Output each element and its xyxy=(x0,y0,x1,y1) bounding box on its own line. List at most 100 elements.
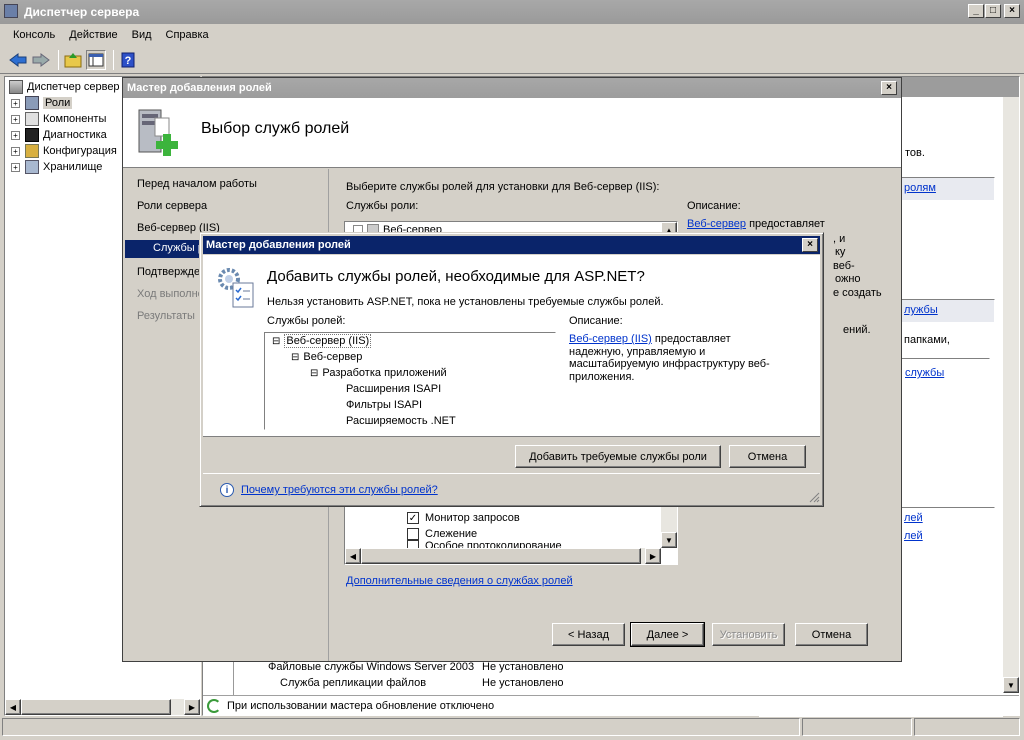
services-label: Службы роли: xyxy=(346,200,419,212)
nav-server-roles[interactable]: Роли сервера xyxy=(137,200,207,212)
divider xyxy=(203,473,820,474)
table-row: Служба репликации файлов xyxy=(280,677,427,689)
dialog-description-label: Описание: xyxy=(569,315,623,327)
toolbar: ? xyxy=(0,46,1024,74)
wizard-gear-icon xyxy=(215,265,259,309)
scroll-left-button[interactable]: ◀ xyxy=(5,699,21,715)
roles-panel: ролям xyxy=(899,177,995,277)
dialog-cancel-button[interactable]: Отмена xyxy=(729,445,806,468)
link-1[interactable]: лей xyxy=(904,512,923,524)
description-fragments: , и ку веб- ожно е создать xyxy=(833,233,882,299)
scroll-thumb[interactable] xyxy=(21,699,171,715)
roles-icon xyxy=(25,96,39,110)
nav-before-you-begin[interactable]: Перед началом работы xyxy=(137,178,257,190)
description-label: Описание: xyxy=(687,200,741,212)
up-folder-icon[interactable] xyxy=(63,50,83,70)
more-about-role-services-link[interactable]: Дополнительные сведения о службах ролей xyxy=(346,575,573,587)
dialog-heading: Добавить службы ролей, необходимые для A… xyxy=(267,268,645,285)
main-titlebar: Диспетчер сервера _ □ × xyxy=(0,0,1024,24)
minimize-button[interactable]: _ xyxy=(968,4,984,18)
why-required-link[interactable]: Почему требуются эти службы ролей? xyxy=(241,484,438,496)
description-fragment: ений. xyxy=(843,324,871,336)
tree-item-storage[interactable]: + Хранилище xyxy=(11,159,102,175)
web-server-link[interactable]: Веб-сервер xyxy=(687,218,746,230)
help-icon[interactable]: ? xyxy=(118,50,138,70)
dialog-title: Мастер добавления ролей xyxy=(206,239,351,251)
maximize-button[interactable]: □ xyxy=(985,4,1001,18)
diagnostics-icon xyxy=(25,128,39,142)
storage-icon xyxy=(25,160,39,174)
expand-icon[interactable]: + xyxy=(11,146,20,156)
wizard-header: Выбор служб ролей xyxy=(123,98,901,168)
list-horizontal-scrollbar[interactable]: ◀ ▶ xyxy=(345,548,661,564)
expand-icon[interactable]: + xyxy=(11,114,20,124)
scroll-down-button[interactable]: ▼ xyxy=(661,532,677,548)
tree-horizontal-scrollbar[interactable]: ◀ ▶ xyxy=(5,699,200,715)
description-text: Веб-сервер предоставляет xyxy=(687,218,825,230)
scroll-down-button[interactable]: ▼ xyxy=(1003,677,1019,693)
features-icon xyxy=(25,112,39,126)
server-add-icon xyxy=(137,106,183,158)
resize-grip[interactable] xyxy=(808,491,820,503)
services-link[interactable]: лужбы xyxy=(904,304,938,316)
tree-node-web-server: ⊟ Веб-сервер xyxy=(291,351,363,363)
web-server-iis-link[interactable]: Веб-сервер (IIS) xyxy=(569,333,652,345)
window-title: Диспетчер сервера xyxy=(24,5,140,19)
back-button[interactable]: < Назад xyxy=(552,623,625,646)
tree-item-diagnostics[interactable]: + Диагностика xyxy=(11,127,107,143)
tree-item-server-manager[interactable]: Диспетчер сервер xyxy=(9,79,120,95)
tree-node-isapi-filters: Фильтры ISAPI xyxy=(346,399,423,411)
table-row-status: Не установлено xyxy=(482,661,564,673)
expand-icon[interactable]: + xyxy=(11,98,20,108)
close-button[interactable]: × xyxy=(1004,4,1020,18)
dialog-titlebar: Мастер добавления ролей × xyxy=(203,236,820,254)
tree-item-roles[interactable]: + Роли xyxy=(11,95,73,111)
next-button[interactable]: Далее > xyxy=(630,622,705,647)
wizard-close-button[interactable]: × xyxy=(881,81,897,95)
configuration-icon xyxy=(25,144,39,158)
add-required-services-button[interactable]: Добавить требуемые службы роли xyxy=(515,445,721,468)
tree-node-app-development: ⊟ Разработка приложений xyxy=(310,367,447,379)
expand-icon[interactable]: + xyxy=(11,130,20,140)
forward-arrow-icon[interactable] xyxy=(31,50,51,70)
services-link-2[interactable]: службы xyxy=(905,367,944,379)
show-hide-tree-icon[interactable] xyxy=(86,49,106,70)
table-row-status: Не установлено xyxy=(482,677,564,689)
checkbox xyxy=(407,528,419,540)
tree-node-net-extensibility: Расширяемость .NET xyxy=(346,415,456,427)
required-services-dialog: Мастер добавления ролей × Добавить служб… xyxy=(199,232,824,507)
checkbox-checked: ✓ xyxy=(407,512,419,524)
tree-item-features[interactable]: + Компоненты xyxy=(11,111,106,127)
partial-text: тов. xyxy=(905,147,925,159)
table-row: Файловые службы Windows Server 2003 xyxy=(268,661,475,673)
tree-item-configuration[interactable]: + Конфигурация xyxy=(11,143,117,159)
refresh-status: При использовании мастера обновление отк… xyxy=(203,695,1019,715)
server-manager-icon xyxy=(4,4,18,18)
scroll-right-button[interactable]: ▶ xyxy=(645,548,661,564)
menu-action[interactable]: Действие xyxy=(62,29,124,41)
links-panel: лей лей xyxy=(899,507,995,555)
expand-icon[interactable]: + xyxy=(11,162,20,172)
cancel-button[interactable]: Отмена xyxy=(795,623,868,646)
menu-view[interactable]: Вид xyxy=(125,29,159,41)
scroll-right-button[interactable]: ▶ xyxy=(184,699,200,715)
list-item-request-monitor[interactable]: ✓ Монитор запросов xyxy=(407,510,520,526)
menu-bar: Консоль Действие Вид Справка xyxy=(0,24,1024,46)
menu-help[interactable]: Справка xyxy=(159,29,216,41)
details-vertical-scrollbar[interactable]: ▼ xyxy=(1003,97,1019,693)
dialog-close-button[interactable]: × xyxy=(802,238,818,252)
dialog-services-label: Службы ролей: xyxy=(267,315,346,327)
link-2[interactable]: лей xyxy=(904,530,923,542)
back-arrow-icon[interactable] xyxy=(8,50,28,70)
roles-link[interactable]: ролям xyxy=(904,182,936,194)
tree-node-isapi-extensions: Расширения ISAPI xyxy=(346,383,442,395)
instruction-text: Выберите службы ролей для установки для … xyxy=(346,181,660,193)
help-row: i Почему требуются эти службы ролей? xyxy=(220,483,438,497)
scroll-thumb[interactable] xyxy=(361,548,641,564)
refresh-icon xyxy=(207,698,221,713)
info-icon: i xyxy=(220,483,234,497)
scroll-left-button[interactable]: ◀ xyxy=(345,548,361,564)
menu-console[interactable]: Консоль xyxy=(6,29,62,41)
dialog-description: Веб-сервер (IIS) предоставляет надежную,… xyxy=(569,333,770,383)
wizard-titlebar: Мастер добавления ролей × xyxy=(123,78,901,98)
